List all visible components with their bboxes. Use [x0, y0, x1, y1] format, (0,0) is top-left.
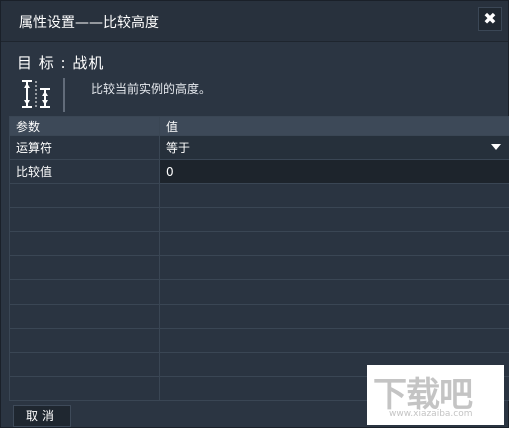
empty-cell: [9, 255, 160, 281]
empty-cell: [159, 303, 509, 329]
chevron-down-icon[interactable]: [491, 144, 501, 150]
object-header: 目 标 : 战机 比较当前实例的高度。: [1, 42, 508, 116]
param-name-operator: 运算符: [9, 134, 160, 161]
cancel-button[interactable]: 取消: [13, 405, 71, 427]
table-row: [9, 183, 509, 209]
compare-value-input[interactable]: 0: [159, 159, 509, 185]
empty-cell: [159, 207, 509, 233]
column-header-value: 值: [159, 116, 509, 136]
properties-dialog: 属性设置——比较高度 ✖ 目 标 : 战机 比较当前实例的高度。 参数 值 运算…: [0, 0, 509, 428]
empty-cell: [9, 183, 160, 209]
empty-cell: [9, 279, 160, 305]
empty-cell: [159, 327, 509, 353]
empty-cell: [9, 303, 160, 329]
empty-cell: [159, 183, 509, 209]
empty-cell: [9, 327, 160, 353]
close-icon: ✖: [483, 9, 497, 28]
table-row: [9, 231, 509, 257]
column-header-param: 参数: [9, 116, 160, 136]
target-label: 目 标 : 战机: [17, 54, 105, 72]
table-row[interactable]: 运算符 等于: [9, 134, 509, 161]
table-row: [9, 207, 509, 233]
table-row[interactable]: 比较值 0: [9, 159, 509, 185]
empty-cell: [159, 279, 509, 305]
property-grid: 参数 值 运算符 等于 比较值 0: [9, 116, 509, 402]
empty-cell: [159, 231, 509, 257]
dialog-title: 属性设置——比较高度: [19, 15, 159, 31]
table-row: [9, 279, 509, 305]
watermark-logo: 下载吧 www.xiazaiba.com: [367, 365, 504, 425]
table-row: [9, 255, 509, 281]
empty-cell: [9, 375, 160, 402]
empty-cell: [9, 231, 160, 257]
height-compare-icon: [22, 78, 65, 112]
dialog-titlebar[interactable]: 属性设置——比较高度 ✖: [1, 1, 508, 42]
param-name-compare-value: 比较值: [9, 159, 160, 185]
operator-select[interactable]: 等于: [159, 134, 509, 161]
empty-cell: [9, 351, 160, 377]
operator-value: 等于: [166, 141, 191, 156]
table-row: [9, 303, 509, 329]
empty-cell: [159, 255, 509, 281]
table-row: [9, 327, 509, 353]
empty-cell: [9, 207, 160, 233]
close-button[interactable]: ✖: [478, 7, 502, 31]
grid-header-row: 参数 值: [9, 116, 509, 136]
watermark-url: www.xiazaiba.com: [389, 409, 473, 419]
description-text: 比较当前实例的高度。: [91, 82, 212, 96]
